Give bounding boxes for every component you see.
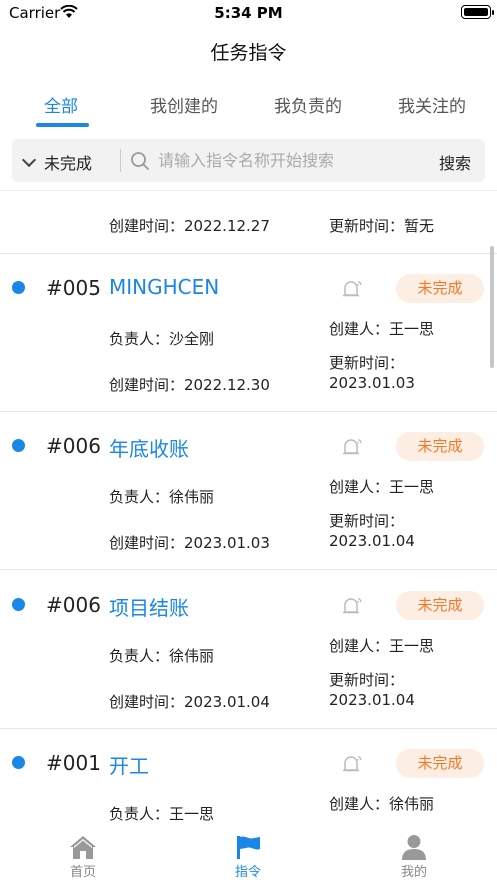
updated-time: 2023.01.04 bbox=[329, 532, 415, 550]
created-time: 创建时间：2022.12.27 bbox=[109, 217, 270, 235]
user-icon bbox=[402, 835, 426, 860]
clock: 5:34 PM bbox=[214, 4, 283, 22]
updated-time: 2023.01.03 bbox=[329, 374, 415, 392]
search-icon bbox=[131, 152, 149, 170]
flag-icon bbox=[237, 836, 260, 859]
updated-time: 2023.01.04 bbox=[329, 691, 415, 709]
unread-dot bbox=[12, 756, 25, 769]
task-code: #006 bbox=[46, 593, 101, 617]
task-title[interactable]: 年底收账 bbox=[109, 433, 189, 462]
owner: 负责人：王一思 bbox=[109, 805, 215, 823]
updated-time: 更新时间：暂无 bbox=[329, 217, 435, 235]
tab-commands-label: 指令 bbox=[234, 865, 261, 880]
owner: 负责人：徐伟丽 bbox=[109, 488, 215, 506]
tab-created-by-me[interactable]: 我创建的 bbox=[150, 92, 218, 117]
status-badge: 未完成 bbox=[396, 274, 484, 303]
bell-icon[interactable] bbox=[340, 594, 364, 618]
bottom-tab-bar: 首页 指令 我的 bbox=[0, 830, 497, 883]
list-item[interactable]: 创建时间：2022.12.27 更新时间：暂无 bbox=[0, 191, 497, 254]
task-title[interactable]: 开工 bbox=[109, 750, 149, 779]
unread-dot bbox=[12, 281, 25, 294]
battery-icon bbox=[461, 5, 494, 19]
list-item[interactable]: #006 年底收账 未完成 负责人：徐伟丽 创建人：王一思 创建时间：2023.… bbox=[0, 412, 497, 570]
task-code: #001 bbox=[46, 751, 101, 775]
bell-icon[interactable] bbox=[340, 277, 364, 301]
tab-commands[interactable]: 指令 bbox=[208, 834, 288, 880]
unread-dot bbox=[12, 439, 25, 452]
list-item[interactable]: #001 开工 未完成 负责人：王一思 创建人：徐伟丽 bbox=[0, 729, 497, 830]
task-code: #005 bbox=[46, 276, 101, 300]
list-item[interactable]: #005 MINGHCEN 未完成 负责人：沙全刚 创建人：王一思 创建时间：2… bbox=[0, 254, 497, 412]
divider bbox=[120, 149, 121, 172]
task-title[interactable]: MINGHCEN bbox=[109, 275, 219, 299]
updated-label: 更新时间： bbox=[329, 671, 405, 689]
updated-label: 更新时间： bbox=[329, 512, 405, 530]
home-icon bbox=[70, 836, 96, 859]
bell-icon[interactable] bbox=[340, 752, 364, 776]
search-bar: 未完成 搜索 bbox=[12, 139, 485, 182]
chevron-down-icon bbox=[21, 152, 37, 167]
tab-following[interactable]: 我关注的 bbox=[398, 92, 466, 117]
task-title[interactable]: 项目结账 bbox=[109, 592, 189, 621]
list-item[interactable]: #006 项目结账 未完成 负责人：徐伟丽 创建人：王一思 创建时间：2023.… bbox=[0, 571, 497, 729]
status-badge: 未完成 bbox=[396, 591, 484, 620]
unread-dot bbox=[12, 598, 25, 611]
search-input[interactable] bbox=[158, 149, 428, 172]
status-filter-dropdown[interactable]: 未完成 bbox=[21, 150, 93, 174]
task-list: 创建时间：2022.12.27 更新时间：暂无 #005 MINGHCEN 未完… bbox=[0, 190, 497, 830]
tab-mine[interactable]: 我的 bbox=[374, 834, 454, 880]
creator: 创建人：徐伟丽 bbox=[329, 795, 435, 813]
created-time: 创建时间：2022.12.30 bbox=[109, 376, 270, 394]
owner: 负责人：徐伟丽 bbox=[109, 647, 215, 665]
task-code: #006 bbox=[46, 434, 101, 458]
owner: 负责人：沙全刚 bbox=[109, 330, 215, 348]
status-filter-label: 未完成 bbox=[44, 154, 93, 173]
created-time: 创建时间：2023.01.04 bbox=[109, 693, 270, 711]
scrollbar[interactable] bbox=[490, 246, 494, 368]
bell-icon[interactable] bbox=[340, 435, 364, 459]
tab-bar-top: 全部 我创建的 我负责的 我关注的 bbox=[0, 90, 497, 130]
status-badge: 未完成 bbox=[396, 749, 484, 778]
page-title: 任务指令 bbox=[210, 42, 287, 64]
tab-home-label: 首页 bbox=[69, 865, 96, 880]
tab-home[interactable]: 首页 bbox=[43, 834, 123, 880]
status-badge: 未完成 bbox=[396, 432, 484, 461]
tab-all[interactable]: 全部 bbox=[44, 92, 78, 117]
search-button[interactable]: 搜索 bbox=[439, 150, 471, 174]
creator: 创建人：王一思 bbox=[329, 637, 435, 655]
active-tab-indicator bbox=[36, 123, 89, 127]
creator: 创建人：王一思 bbox=[329, 320, 435, 338]
updated-label: 更新时间： bbox=[329, 354, 405, 372]
tab-assigned-to-me[interactable]: 我负责的 bbox=[274, 92, 342, 117]
created-time: 创建时间：2023.01.03 bbox=[109, 534, 270, 552]
tab-mine-label: 我的 bbox=[400, 865, 427, 880]
creator: 创建人：王一思 bbox=[329, 478, 435, 496]
status-bar: Carrier 5:34 PM bbox=[0, 0, 497, 28]
